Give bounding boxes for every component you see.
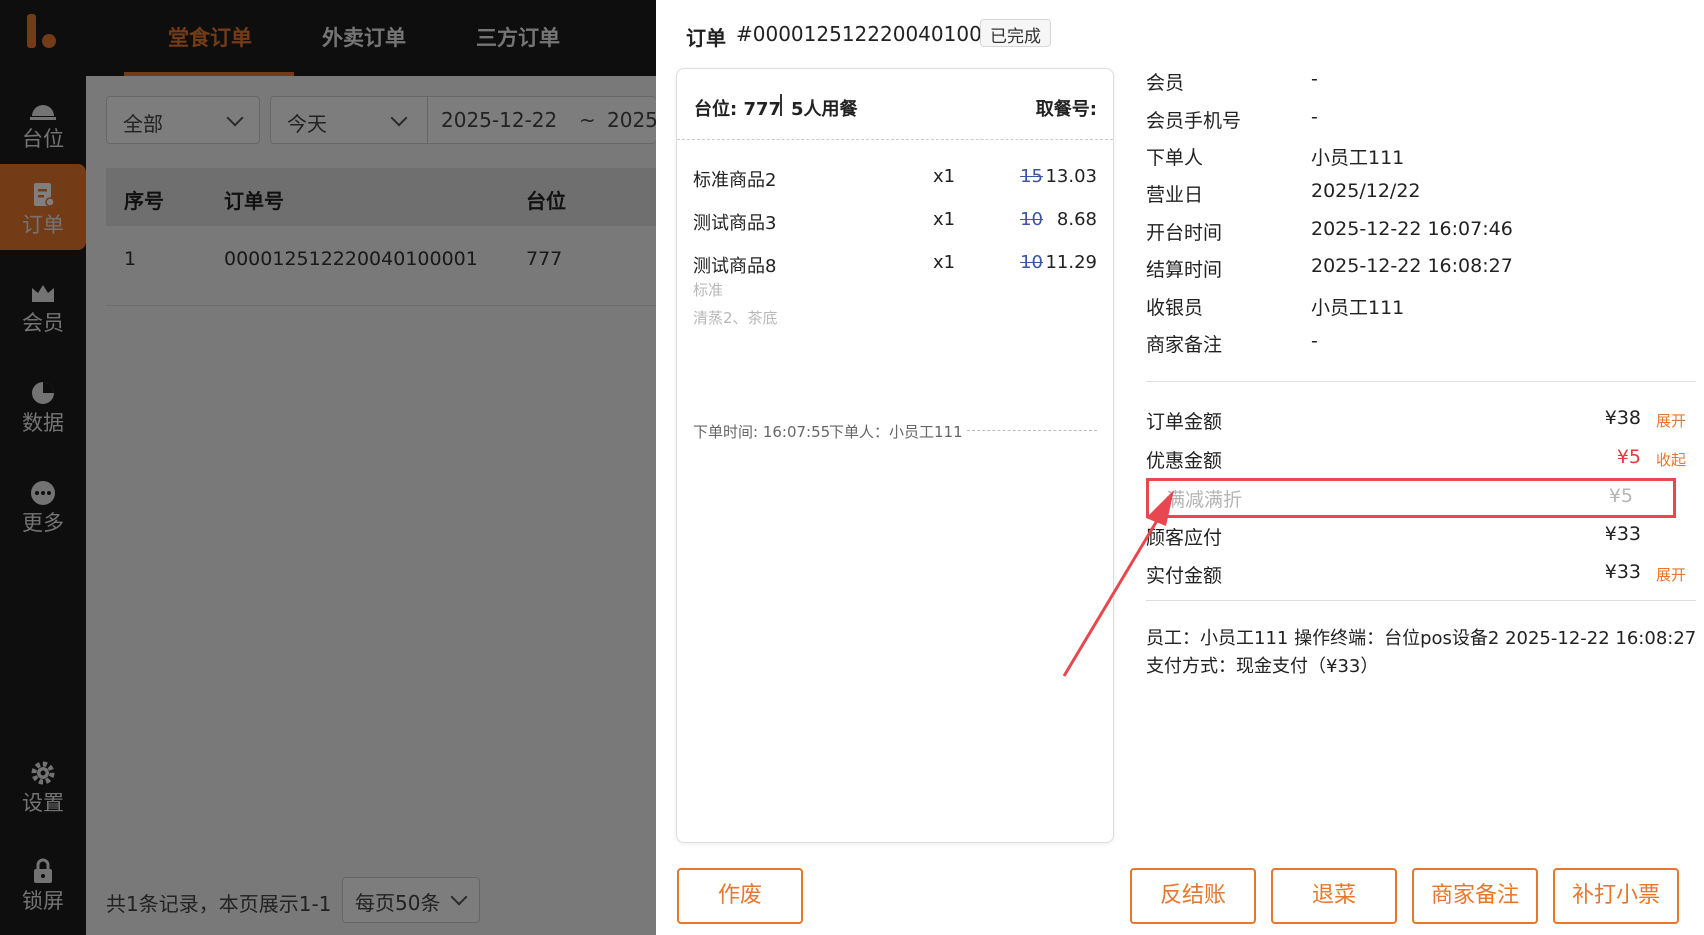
expand-link[interactable]: 展开 [1656, 564, 1686, 585]
expand-link[interactable]: 展开 [1656, 410, 1686, 431]
divider [780, 94, 782, 116]
paid-amount-row: 实付金额 ¥33 展开 [1146, 561, 1686, 587]
divider [677, 139, 1113, 140]
info-row-open-time: 开台时间 2025-12-22 16:07:46 [1146, 218, 1513, 244]
ticket-guests: 5人用餐 [791, 99, 858, 120]
item-spec: 标准 [693, 281, 724, 299]
order-detail-drawer: 订单 #000012512220040100001 已完成 台位: 777 5人… [656, 0, 1704, 935]
annotation-arrow [1062, 490, 1174, 677]
merchant-note-button[interactable]: 商家备注 [1412, 868, 1538, 924]
modal-overlay[interactable] [0, 0, 656, 935]
ticket-table: 台位: 777 [694, 99, 782, 120]
order-time: 下单时间: 16:07:55 [693, 423, 831, 441]
info-row-cashier: 收银员 小员工111 [1146, 297, 1405, 319]
divider [1146, 600, 1696, 601]
status-badge: 已完成 [980, 19, 1051, 47]
list-item: 测试商品3 x1 10 8.68 [693, 209, 1097, 234]
highlight-box [1146, 478, 1676, 518]
customer-due-row: 顾客应付 ¥33 [1146, 523, 1641, 549]
void-button[interactable]: 作废 [677, 868, 803, 924]
reprint-receipt-button[interactable]: 补打小票 [1553, 868, 1679, 924]
reverse-checkout-button[interactable]: 反结账 [1130, 868, 1256, 924]
info-row-member: 会员 - [1146, 68, 1318, 94]
item-options: 清蒸2、茶底 [693, 309, 778, 327]
order-ticket: 台位: 777 5人用餐 取餐号: 标准商品2 x1 15 13.03 测试商品… [676, 68, 1114, 843]
collapse-link[interactable]: 收起 [1656, 449, 1686, 470]
divider [967, 430, 1097, 431]
return-dish-button[interactable]: 退菜 [1271, 868, 1397, 924]
info-row-business-day: 营业日 2025/12/22 [1146, 180, 1421, 206]
info-row-orderer: 下单人 小员工111 [1146, 147, 1405, 169]
drawer-title: 订单 [686, 26, 726, 50]
list-item: 测试商品8 x1 10 11.29 [693, 252, 1097, 277]
info-row-merchant-note: 商家备注 - [1146, 330, 1318, 356]
operator-info: 员工：小员工111 操作终端：台位pos设备2 2025-12-22 16:08… [1146, 628, 1697, 649]
order-number: #000012512220040100001 [736, 22, 1020, 46]
info-row-member-phone: 会员手机号 - [1146, 106, 1318, 132]
ticket-pickup-number: 取餐号: [1035, 99, 1097, 120]
discount-amount-row: 优惠金额 ¥5 收起 [1146, 446, 1686, 472]
list-item: 标准商品2 x1 15 13.03 [693, 166, 1097, 191]
order-amount-row: 订单金额 ¥38 展开 [1146, 407, 1686, 433]
orderer: 下单人：小员工111 [829, 423, 963, 441]
divider [1146, 381, 1696, 382]
info-row-settle-time: 结算时间 2025-12-22 16:08:27 [1146, 255, 1513, 281]
